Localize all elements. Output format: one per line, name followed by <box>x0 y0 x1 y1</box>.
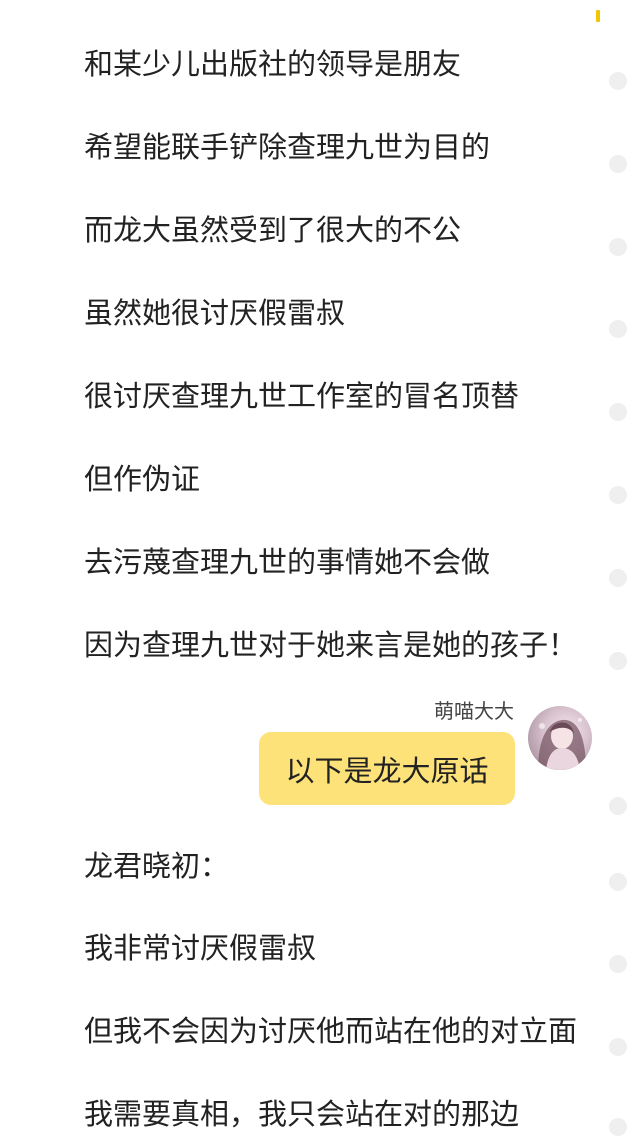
text-line: 我非常讨厌假雷叔 <box>84 931 317 965</box>
side-dot <box>609 569 627 587</box>
text-line: 希望能联手铲除查理九世为目的 <box>84 130 491 164</box>
side-dot <box>609 486 627 504</box>
side-dot <box>609 652 627 670</box>
side-dot <box>609 955 627 973</box>
text-line: 去污蔑查理九世的事情她不会做 <box>84 545 491 579</box>
text-line: 但我不会因为讨厌他而站在他的对立面 <box>84 1014 578 1048</box>
text-line: 和某少儿出版社的领导是朋友 <box>84 47 462 81</box>
text-line: 龙君晓初： <box>84 849 230 883</box>
side-dot <box>609 403 627 421</box>
side-dot <box>609 797 627 815</box>
text-line: 而龙大虽然受到了很大的不公 <box>84 213 462 247</box>
chat-message-text: 以下是龙大原话 <box>285 753 489 788</box>
text-line: 虽然她很讨厌假雷叔 <box>84 296 346 330</box>
side-dot <box>609 320 627 338</box>
chat-message-bubble[interactable]: 以下是龙大原话 <box>259 732 515 805</box>
side-dot <box>609 72 627 90</box>
side-dot <box>609 238 627 256</box>
side-dot <box>609 155 627 173</box>
text-line: 我需要真相，我只会站在对的那边 <box>84 1097 520 1131</box>
text-line: 很讨厌查理九世工作室的冒名顶替 <box>84 379 520 413</box>
side-dot <box>609 1118 627 1136</box>
chat-sender-name: 萌喵大大 <box>434 699 514 723</box>
text-line: 但作伪证 <box>84 462 201 496</box>
text-line: 因为查理九世对于她来言是她的孩子！ <box>84 628 578 662</box>
side-dot <box>609 873 627 891</box>
avatar-girl-illustration-icon[interactable] <box>528 706 592 770</box>
scroll-position-marker <box>596 10 600 22</box>
side-dot <box>609 1038 627 1056</box>
